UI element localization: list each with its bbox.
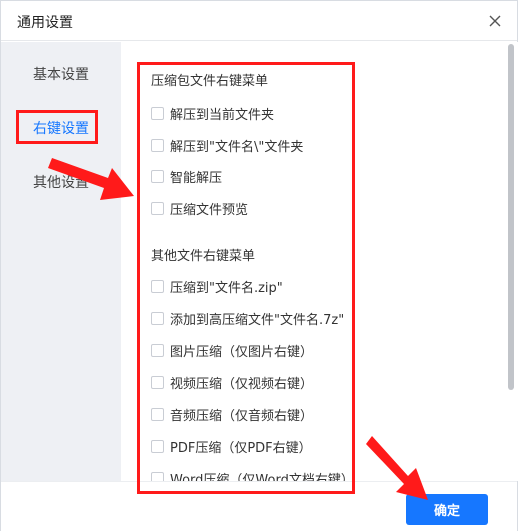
option-video-compress[interactable]: 视频压缩（仅视频右键） bbox=[151, 372, 313, 392]
option-extract-here[interactable]: 解压到当前文件夹 bbox=[151, 103, 274, 123]
checkbox[interactable] bbox=[151, 311, 164, 325]
section-title-other-files-menu: 其他文件右键菜单 bbox=[151, 249, 256, 264]
sidebar-item-label: 基本设置 bbox=[33, 67, 89, 83]
sidebar-item-basic-settings[interactable]: 基本设置 bbox=[1, 58, 121, 92]
option-pdf-compress[interactable]: PDF压缩（仅PDF右键） bbox=[151, 436, 312, 456]
option-extract-to-folder[interactable]: 解压到"文件名\"文件夹 bbox=[151, 135, 303, 155]
checkbox[interactable] bbox=[151, 169, 164, 183]
option-archive-preview[interactable]: 压缩文件预览 bbox=[151, 198, 248, 218]
option-label: 解压到当前文件夹 bbox=[170, 107, 275, 123]
option-add-to-7z[interactable]: 添加到高压缩文件"文件名.7z" bbox=[151, 308, 344, 328]
dialog-footer: 确定 bbox=[1, 481, 517, 531]
settings-sidebar: 基本设置 右键设置 其他设置 bbox=[1, 42, 121, 481]
option-label: 视频压缩（仅视频右键） bbox=[170, 376, 314, 392]
option-word-compress[interactable]: Word压缩（仅Word文档右键） bbox=[151, 468, 354, 481]
option-label: PDF压缩（仅PDF右键） bbox=[170, 440, 312, 456]
checkbox[interactable] bbox=[151, 407, 164, 421]
checkbox[interactable] bbox=[151, 279, 164, 293]
ok-button[interactable]: 确定 bbox=[406, 494, 488, 525]
dialog-titlebar: 通用设置 bbox=[1, 1, 517, 41]
content-scrollbar[interactable] bbox=[504, 42, 518, 481]
section-title-archive-menu: 压缩包文件右键菜单 bbox=[151, 74, 269, 89]
checkbox[interactable] bbox=[151, 439, 164, 453]
scrollbar-thumb[interactable] bbox=[508, 44, 514, 390]
checkbox[interactable] bbox=[151, 471, 164, 481]
option-label: 压缩到"文件名.zip" bbox=[170, 280, 283, 296]
settings-dialog: 通用设置 基本设置 右键设置 其他设置 压缩包文件右键菜单 解压到当前文件夹 解… bbox=[0, 0, 518, 531]
sidebar-item-right-click-settings[interactable]: 右键设置 bbox=[1, 112, 121, 146]
sidebar-item-other-settings[interactable]: 其他设置 bbox=[1, 166, 121, 200]
option-label: 解压到"文件名\"文件夹 bbox=[170, 139, 304, 155]
close-icon[interactable] bbox=[485, 11, 505, 31]
settings-content: 压缩包文件右键菜单 解压到当前文件夹 解压到"文件名\"文件夹 智能解压 压缩文… bbox=[121, 42, 504, 481]
checkbox[interactable] bbox=[151, 138, 164, 152]
option-smart-extract[interactable]: 智能解压 bbox=[151, 166, 222, 186]
option-image-compress[interactable]: 图片压缩（仅图片右键） bbox=[151, 340, 313, 360]
option-compress-to-zip[interactable]: 压缩到"文件名.zip" bbox=[151, 276, 283, 296]
dialog-title: 通用设置 bbox=[17, 15, 73, 31]
option-label: Word压缩（仅Word文档右键） bbox=[170, 472, 354, 482]
option-label: 图片压缩（仅图片右键） bbox=[170, 344, 314, 360]
option-label: 压缩文件预览 bbox=[170, 202, 249, 218]
checkbox[interactable] bbox=[151, 343, 164, 357]
option-label: 添加到高压缩文件"文件名.7z" bbox=[170, 312, 345, 328]
option-label: 音频压缩（仅音频右键） bbox=[170, 408, 314, 424]
checkbox[interactable] bbox=[151, 106, 164, 120]
checkbox[interactable] bbox=[151, 375, 164, 389]
option-label: 智能解压 bbox=[170, 170, 223, 186]
checkbox[interactable] bbox=[151, 201, 164, 215]
option-audio-compress[interactable]: 音频压缩（仅音频右键） bbox=[151, 404, 313, 424]
sidebar-item-label: 右键设置 bbox=[33, 121, 89, 137]
sidebar-item-label: 其他设置 bbox=[33, 175, 89, 191]
